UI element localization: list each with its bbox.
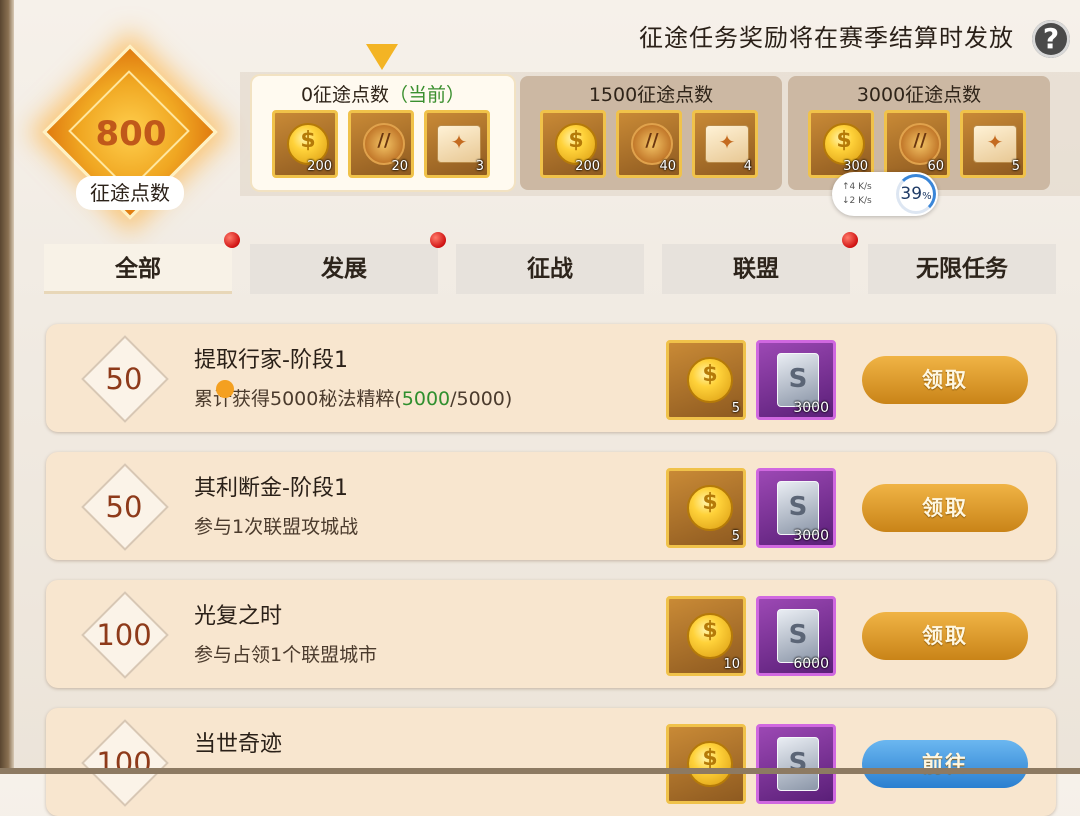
tier-label: 3000征途点数: [856, 84, 982, 106]
task-row: 50 其利断金-阶段1 参与1次联盟攻城战 5 3000 领取: [46, 452, 1056, 560]
gold-coin-icon: [687, 741, 733, 787]
reward-item[interactable]: 6000: [756, 596, 836, 676]
silver-card-icon: [777, 609, 819, 663]
scroll-card-icon: [705, 125, 749, 163]
reward-item[interactable]: 200: [272, 110, 338, 178]
scroll-card-icon: [437, 125, 481, 163]
tab-develop[interactable]: 发展: [250, 232, 446, 294]
task-points-badge: 100: [81, 719, 169, 807]
task-description: 累计获得5000秘法精粹(5000/5000): [194, 388, 513, 410]
task-row: 50 提取行家-阶段1 累计获得5000秘法精粹(5000/5000) 5 30…: [46, 324, 1056, 432]
tier-label: 0征途点数: [300, 84, 390, 106]
download-speed: ↓2 K/s: [842, 196, 872, 206]
window-frame: [0, 0, 14, 774]
reward-item[interactable]: [666, 724, 746, 804]
reward-item[interactable]: 60: [884, 110, 950, 178]
silver-card-icon: [777, 481, 819, 535]
tier-1500[interactable]: 1500征途点数 200 40 4: [520, 76, 782, 190]
tab-alliance[interactable]: 联盟: [662, 232, 858, 294]
task-title: 当世奇迹: [194, 732, 283, 757]
task-description: 参与1次联盟攻城战: [194, 516, 359, 538]
points-value: 800: [95, 114, 167, 154]
points-label: 征途点数: [76, 176, 184, 210]
usage-percent: 39%: [896, 174, 936, 214]
task-row: 100 光复之时 参与占领1个联盟城市 10 6000 领取: [46, 580, 1056, 688]
notification-dot-icon: [842, 232, 858, 248]
task-row: 100 当世奇迹 前往: [46, 708, 1056, 816]
silver-card-icon: [777, 353, 819, 407]
notification-dot-icon: [430, 232, 446, 248]
window-frame-bottom: [0, 768, 1080, 774]
notification-dot-icon: [224, 232, 240, 248]
network-speed-widget[interactable]: ↑4 K/s ↓2 K/s 39%: [832, 172, 938, 216]
task-points-badge: 100: [81, 591, 169, 679]
tab-campaign[interactable]: 征战: [456, 244, 644, 294]
upload-speed: ↑4 K/s: [842, 182, 872, 192]
tab-all[interactable]: 全部: [44, 232, 240, 294]
reward-item[interactable]: 3000: [756, 340, 836, 420]
task-points-badge: 50: [81, 463, 169, 551]
reward-item[interactable]: 200: [540, 110, 606, 178]
gold-coin-icon: [687, 357, 733, 403]
reward-item[interactable]: 5: [960, 110, 1026, 178]
tier-label: 1500征途点数: [588, 84, 714, 106]
reward-item[interactable]: 40: [616, 110, 682, 178]
current-tier-arrow-icon: [366, 44, 398, 70]
reward-item[interactable]: [756, 724, 836, 804]
scroll-card-icon: [973, 125, 1017, 163]
points-emblem: 800 征途点数: [42, 44, 218, 222]
reward-item[interactable]: 5: [666, 468, 746, 548]
silver-card-icon: [777, 737, 819, 791]
go-button[interactable]: 前往: [862, 740, 1028, 788]
claim-button[interactable]: 领取: [862, 612, 1028, 660]
tab-infinite-tasks[interactable]: 无限任务: [868, 244, 1056, 294]
reward-item[interactable]: 4: [692, 110, 758, 178]
category-tabs: 全部 发展 征战 联盟 无限任务: [44, 232, 1056, 294]
reward-item[interactable]: 5: [666, 340, 746, 420]
claim-button[interactable]: 领取: [862, 356, 1028, 404]
task-title: 提取行家-阶段1: [194, 348, 348, 373]
task-title: 光复之时: [194, 604, 283, 629]
reward-item[interactable]: 3: [424, 110, 490, 178]
reward-item[interactable]: 20: [348, 110, 414, 178]
task-points-badge: 50: [81, 335, 169, 423]
reward-notice: 征途任务奖励将在赛季结算时发放: [639, 24, 1014, 52]
reward-item[interactable]: 3000: [756, 468, 836, 548]
gold-coin-icon: [687, 613, 733, 659]
orange-indicator-dot: [216, 380, 234, 398]
reward-item[interactable]: 300: [808, 110, 874, 178]
claim-button[interactable]: 领取: [862, 484, 1028, 532]
task-description: 参与占领1个联盟城市: [194, 644, 378, 666]
help-button[interactable]: ?: [1032, 20, 1070, 58]
tier-0[interactable]: 0征途点数（当前） 200 20 3: [252, 76, 514, 190]
task-title: 其利断金-阶段1: [194, 476, 348, 501]
gold-coin-icon: [687, 485, 733, 531]
current-tag: （当前）: [389, 84, 466, 106]
reward-item[interactable]: 10: [666, 596, 746, 676]
